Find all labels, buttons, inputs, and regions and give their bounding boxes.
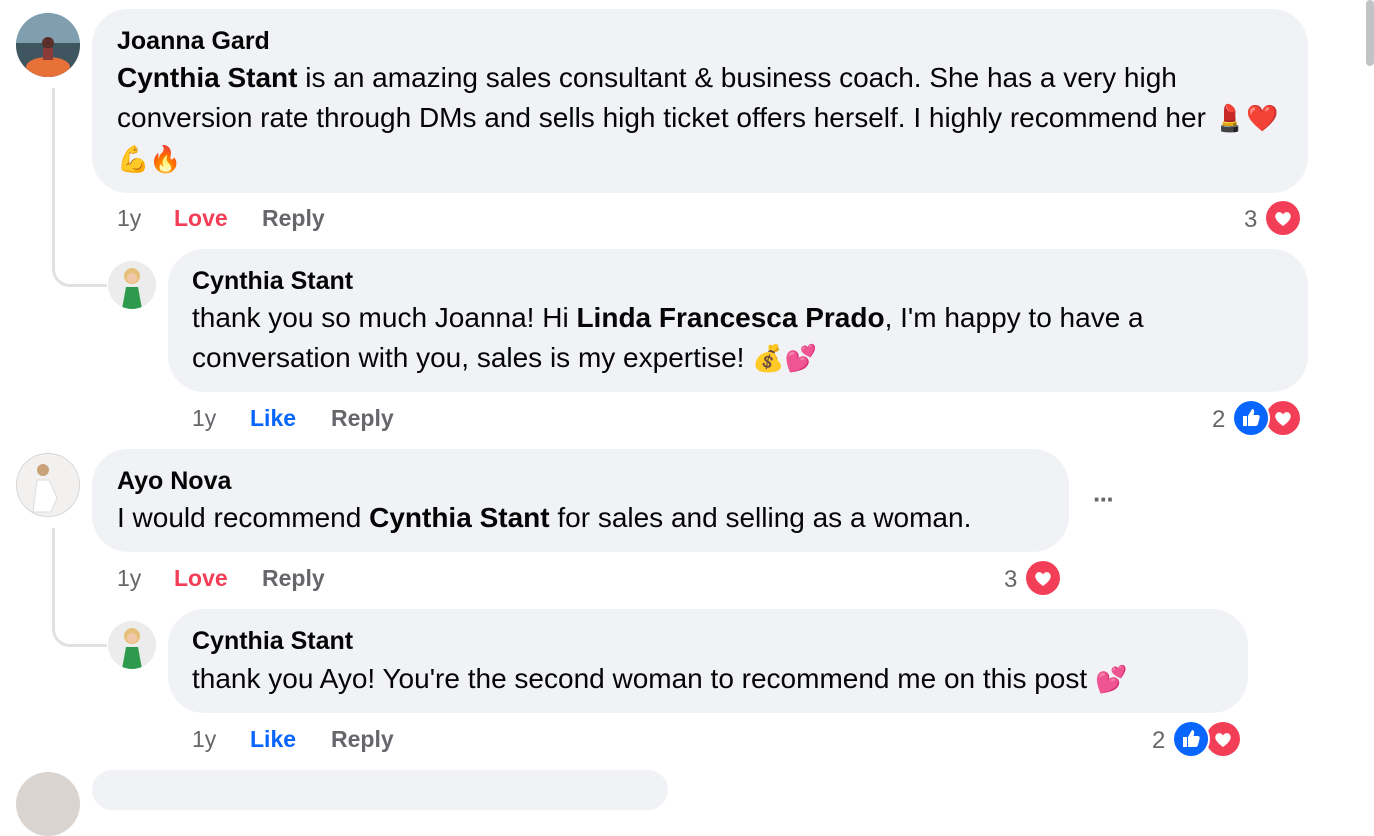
reply-button[interactable]: Reply xyxy=(331,405,394,432)
reply-author[interactable]: Cynthia Stant xyxy=(192,627,353,656)
like-reaction-icon xyxy=(1172,720,1210,758)
comment-author[interactable]: Joanna Gard xyxy=(117,27,270,56)
avatar-cynthia-stant[interactable] xyxy=(108,621,156,669)
like-reaction-icon xyxy=(1232,399,1270,437)
reply-text: thank you so much Joanna! Hi Linda Franc… xyxy=(192,302,1144,374)
reply-button[interactable]: Reply xyxy=(262,565,325,592)
red-heart-emoji: ❤️ xyxy=(1246,104,1279,134)
reaction-count[interactable]: 2 xyxy=(1152,727,1165,755)
love-reaction-icon xyxy=(1264,199,1302,237)
love-button[interactable]: Love xyxy=(174,205,228,232)
avatar-cynthia-stant[interactable] xyxy=(108,261,156,309)
mention-link[interactable]: Cynthia Stant xyxy=(117,62,297,93)
love-reaction-icon xyxy=(1024,559,1062,597)
thread-line xyxy=(52,528,107,647)
avatar-next-comment[interactable] xyxy=(16,772,80,836)
comment-bubble xyxy=(92,770,668,810)
scrollbar-thumb[interactable] xyxy=(1366,0,1374,66)
reply-text: thank you Ayo! You're the second woman t… xyxy=(192,663,1128,695)
comment-time[interactable]: 1y xyxy=(117,565,141,592)
like-button[interactable]: Like xyxy=(250,726,296,753)
love-button[interactable]: Love xyxy=(174,565,228,592)
avatar-joanna-gard[interactable] xyxy=(16,13,80,77)
like-button[interactable]: Like xyxy=(250,405,296,432)
comment-text: Cynthia Stant is an amazing sales consul… xyxy=(117,62,1279,175)
fire-emoji: 🔥 xyxy=(149,145,182,175)
comment-author[interactable]: Ayo Nova xyxy=(117,467,231,496)
comment-time[interactable]: 1y xyxy=(117,205,141,232)
reply-time[interactable]: 1y xyxy=(192,405,216,432)
reaction-count[interactable]: 3 xyxy=(1244,206,1257,234)
comment-text: I would recommend Cynthia Stant for sale… xyxy=(117,502,972,533)
reply-button[interactable]: Reply xyxy=(262,205,325,232)
avatar-ayo-nova[interactable] xyxy=(16,453,80,517)
mention-link[interactable]: Linda Francesca Prado xyxy=(576,302,884,333)
more-options-button[interactable]: ··· xyxy=(1093,484,1115,515)
flexed-biceps-emoji: 💪 xyxy=(117,145,150,175)
money-bag-emoji: 💰 xyxy=(752,344,785,374)
reply-button[interactable]: Reply xyxy=(331,726,394,753)
reply-author[interactable]: Cynthia Stant xyxy=(192,267,353,296)
two-hearts-emoji: 💕 xyxy=(1094,665,1128,695)
two-hearts-emoji: 💕 xyxy=(784,344,817,374)
mention-link[interactable]: Cynthia Stant xyxy=(369,502,549,533)
reply-time[interactable]: 1y xyxy=(192,726,216,753)
reaction-count[interactable]: 2 xyxy=(1212,406,1225,434)
reaction-count[interactable]: 3 xyxy=(1004,566,1017,594)
lipstick-emoji: 💄 xyxy=(1213,104,1247,134)
